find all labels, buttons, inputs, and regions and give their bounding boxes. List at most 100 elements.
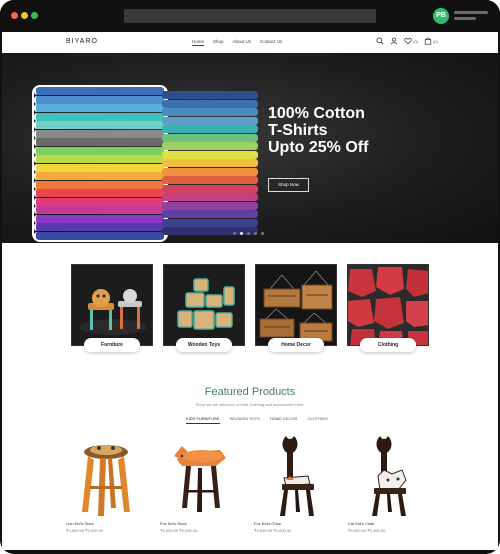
folded-shirt	[34, 87, 166, 95]
product-filter-tabs: KIDS FURNITURE WOODEN TOYS HOME DECOR CL…	[186, 416, 328, 424]
folded-shirt	[162, 210, 258, 218]
slider-dot[interactable]	[254, 232, 257, 235]
product-name[interactable]: Fox Kid's Stool	[160, 521, 187, 526]
cart-bag-icon[interactable]	[424, 37, 432, 45]
site-header: BIYARO Home Shop About Us Contact Us (0)…	[2, 32, 498, 54]
product-name[interactable]: Lion Kid's Stool	[66, 521, 93, 526]
folded-shirt	[34, 163, 166, 172]
profile-email-placeholder	[454, 17, 476, 20]
category-card-clothing[interactable]: Clothing	[347, 264, 429, 352]
folded-shirt	[162, 133, 258, 142]
product-card[interactable]: Cat Kid's Chair ₹4,000.00 ₹2,000.00	[348, 432, 428, 550]
folded-shirt	[34, 104, 166, 112]
folded-shirts-stack-front	[32, 85, 168, 242]
hero-heading: 100% Cotton T-Shirts Upto 25% Off	[268, 105, 368, 156]
wishlist-count: (0)	[413, 38, 418, 44]
folded-shirt	[34, 206, 166, 214]
category-label[interactable]: Furniture	[84, 338, 140, 352]
slider-dot[interactable]	[233, 232, 236, 235]
wooden-toys-category-image	[163, 264, 245, 346]
featured-products-subtitle: Shop our full selection of Kids Clothing…	[195, 402, 305, 407]
cart-count: (0)	[432, 38, 438, 44]
slider-dot[interactable]	[240, 232, 243, 235]
folded-shirt	[34, 172, 166, 180]
profile-name-placeholder	[454, 11, 488, 14]
user-icon[interactable]	[390, 37, 398, 45]
folded-shirt	[162, 99, 258, 108]
browser-window: PB BIYARO Home Shop About Us Contact Us …	[0, 0, 500, 554]
folded-shirt	[34, 197, 166, 206]
maximize-window-icon[interactable]	[31, 12, 38, 19]
product-price: ₹4,000.00 ₹2,000.00	[160, 528, 198, 533]
folded-shirt	[34, 180, 166, 189]
product-card[interactable]: Fox Kid's Stool ₹4,000.00 ₹2,000.00	[160, 432, 240, 550]
featured-products-heading: Featured Products	[204, 386, 296, 398]
profile-avatar[interactable]: PB	[433, 8, 449, 24]
folded-shirt	[162, 116, 258, 125]
folded-shirt	[162, 91, 258, 99]
clothing-category-image	[347, 264, 429, 346]
folded-shirt	[34, 146, 166, 155]
hero-heading-line: T-Shirts	[268, 122, 328, 139]
slider-dot[interactable]	[261, 232, 264, 235]
folded-shirt	[162, 176, 258, 184]
folded-shirt	[162, 218, 258, 227]
minimize-window-icon[interactable]	[21, 12, 28, 19]
lion-stool-image[interactable]	[66, 432, 146, 518]
hero-heading-line: 100% Cotton	[268, 105, 365, 122]
slider-pagination	[233, 232, 264, 235]
search-icon[interactable]	[376, 37, 384, 45]
category-label[interactable]: Home Decor	[268, 338, 324, 352]
product-card[interactable]: Fox Kid's Chair ₹4,000.00 ₹2,000.00	[254, 432, 334, 550]
product-name[interactable]: Fox Kid's Chair	[254, 521, 281, 526]
folded-shirt	[34, 231, 166, 240]
category-label[interactable]: Clothing	[360, 338, 416, 352]
slider-dot[interactable]	[247, 232, 250, 235]
folded-shirt	[162, 193, 258, 201]
tab-wooden-toys[interactable]: WOODEN TOYS	[230, 416, 260, 424]
cat-chair-image[interactable]	[348, 432, 428, 518]
tab-clothing[interactable]: CLOTHING	[307, 416, 328, 424]
menu-shop[interactable]: Shop	[213, 39, 224, 46]
address-bar[interactable]	[124, 9, 376, 23]
browser-chrome: PB	[0, 0, 500, 32]
product-price: ₹4,000.00 ₹2,000.00	[348, 528, 386, 533]
category-card-furniture[interactable]: Furniture	[71, 264, 153, 352]
close-window-icon[interactable]	[11, 12, 18, 19]
product-price: ₹4,000.00 ₹2,000.00	[66, 528, 104, 533]
main-menu: Home Shop About Us Contact Us	[192, 39, 282, 46]
folded-shirt	[34, 214, 166, 223]
hero-banner: 100% Cotton T-Shirts Upto 25% Off Shop N…	[2, 53, 498, 243]
tab-home-decor[interactable]: HOME DECOR	[270, 416, 298, 424]
folded-shirt	[162, 159, 258, 167]
wishlist-heart-icon[interactable]	[404, 37, 412, 45]
folded-shirt	[162, 167, 258, 176]
category-card-home-decor[interactable]: Home Decor	[255, 264, 337, 352]
folded-shirt	[162, 184, 258, 193]
folded-shirt	[34, 95, 166, 104]
folded-shirt	[162, 142, 258, 150]
folded-shirt	[34, 223, 166, 231]
tab-kids-furniture[interactable]: KIDS FURNITURE	[186, 416, 220, 424]
folded-shirt	[34, 121, 166, 129]
menu-contact-us[interactable]: Contact Us	[260, 39, 282, 46]
category-label[interactable]: Wooden Toys	[176, 338, 232, 352]
category-grid: Furniture Wooden Toys Home Decor Clothin…	[71, 264, 431, 354]
web-page: BIYARO Home Shop About Us Contact Us (0)…	[2, 32, 498, 550]
product-name[interactable]: Cat Kid's Chair	[348, 521, 375, 526]
folded-shirt	[34, 129, 166, 138]
menu-home[interactable]: Home	[192, 39, 205, 46]
folded-shirt	[162, 125, 258, 133]
site-logo[interactable]: BIYARO	[66, 38, 98, 45]
menu-about-us[interactable]: About Us	[233, 39, 252, 46]
shop-now-button[interactable]: Shop Now	[268, 178, 309, 192]
folded-shirt	[34, 138, 166, 146]
furniture-category-image	[71, 264, 153, 346]
hero-heading-line: Upto 25% Off	[268, 139, 369, 156]
category-card-wooden-toys[interactable]: Wooden Toys	[163, 264, 245, 352]
product-card[interactable]: Lion Kid's Stool ₹4,000.00 ₹2,000.00	[66, 432, 146, 550]
folded-shirt	[34, 112, 166, 121]
fox-stool-image[interactable]	[160, 432, 240, 518]
folded-shirt	[162, 201, 258, 210]
fox-chair-image[interactable]	[254, 432, 334, 518]
